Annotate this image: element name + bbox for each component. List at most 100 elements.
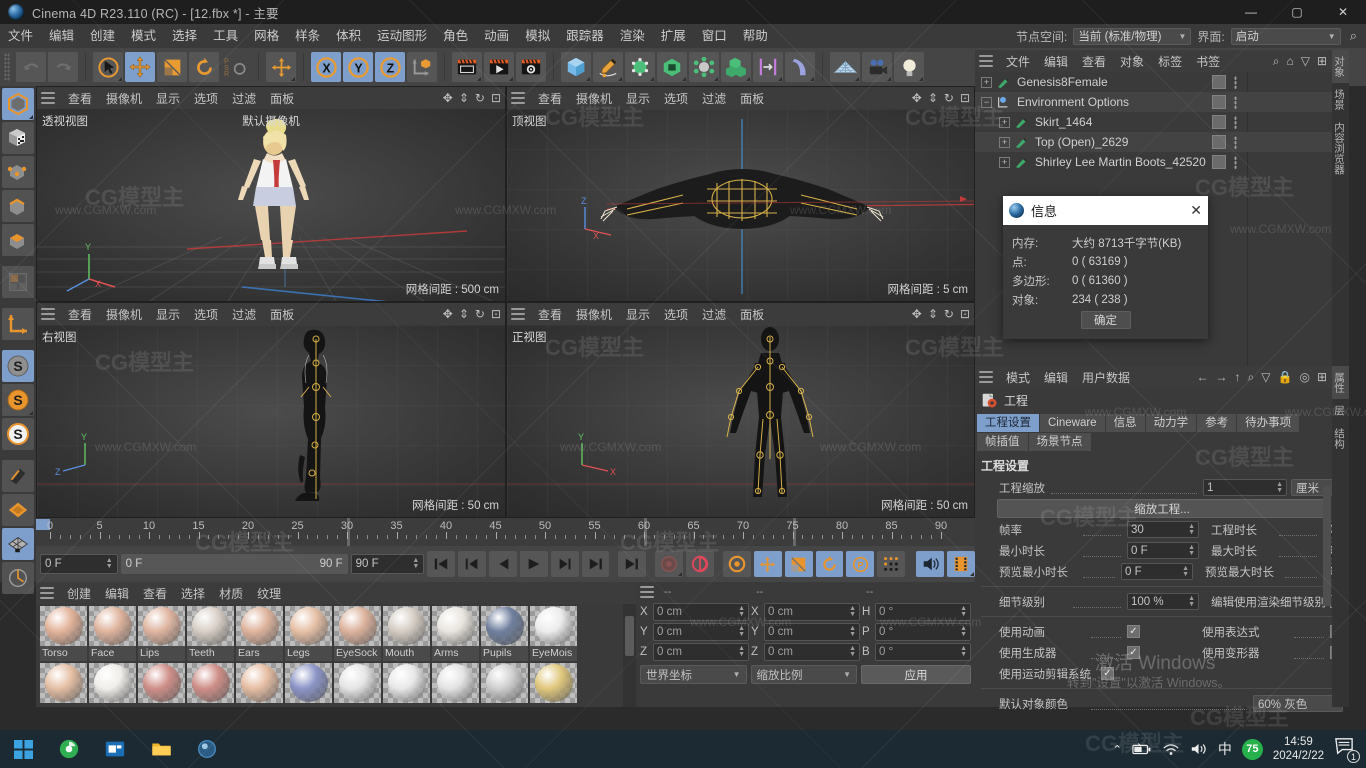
snap-modes-button[interactable]: S [2, 418, 34, 450]
y-axis-button[interactable]: Y [343, 52, 373, 82]
material-item[interactable]: EyeSock [334, 606, 381, 661]
vtab-objects[interactable]: 对象 [1332, 50, 1349, 83]
size-x-field[interactable]: 0 cm ▲ ▼ [764, 603, 860, 621]
material-item[interactable]: Face [89, 606, 136, 661]
z-axis-button[interactable]: Z [375, 52, 405, 82]
expand-toggle-icon[interactable]: + [999, 136, 1010, 148]
psr-button[interactable]: P S R [221, 52, 251, 82]
pan-icon[interactable]: ✥ [912, 91, 922, 105]
vp-menu-camera[interactable]: 摄像机 [99, 306, 149, 323]
timeline-filmstrip-button[interactable] [947, 551, 975, 577]
key-position-button[interactable] [753, 551, 782, 577]
attribute-tab-bar[interactable]: 工程设置 Cineware 信息 动力学 参考 待办事项 帧插值 场景节点 [975, 412, 1349, 451]
vp-menu-options[interactable]: 选项 [657, 90, 695, 107]
mm-menu-select[interactable]: 选择 [174, 585, 212, 602]
fps-field[interactable]: 30 ▲ ▼ [1127, 521, 1199, 538]
live-selection-button[interactable] [93, 52, 123, 82]
rotate-tool-button[interactable] [189, 52, 219, 82]
material-item[interactable] [432, 663, 479, 703]
goto-prev-keyframe-button[interactable] [458, 551, 487, 577]
point-mode-button[interactable] [2, 156, 34, 188]
node-space-select[interactable]: 当前 (标准/物理) ▼ [1073, 27, 1192, 45]
om-menu-view[interactable]: 查看 [1075, 53, 1113, 70]
coordinate-system-select[interactable]: 世界坐标 ▼ [640, 665, 747, 684]
attribute-tab[interactable]: 帧插值 [977, 433, 1028, 451]
material-item[interactable]: Lips [138, 606, 185, 661]
vp-menu-view[interactable]: 查看 [61, 90, 99, 107]
visibility-dots-icon[interactable] [1234, 96, 1237, 109]
mograph-cloner-button[interactable] [689, 52, 719, 82]
size-y-field[interactable]: 0 cm ▲ ▼ [764, 623, 860, 641]
vp-menu-camera[interactable]: 摄像机 [569, 306, 619, 323]
attribute-tab[interactable]: 动力学 [1145, 414, 1197, 432]
maximize-viewport-icon[interactable]: ⊡ [491, 307, 501, 321]
deformer-button[interactable] [753, 52, 783, 82]
scale-mode-select[interactable]: 缩放比例 ▼ [750, 665, 857, 684]
size-z-field[interactable]: 0 cm ▲ ▼ [764, 643, 860, 661]
material-item[interactable]: EyeMois [530, 606, 577, 661]
menu-file[interactable]: 文件 [0, 24, 41, 48]
vp-menu-filter[interactable]: 过滤 [225, 306, 263, 323]
edge-mode-button[interactable] [2, 190, 34, 222]
material-item[interactable] [40, 663, 87, 703]
current-frame-field[interactable]: 0 F ▲ ▼ [40, 554, 118, 574]
move-tool-button[interactable] [125, 52, 155, 82]
goto-start-button[interactable] [427, 551, 456, 577]
vp-menu-options[interactable]: 选项 [187, 306, 225, 323]
menu-select[interactable]: 选择 [164, 24, 205, 48]
grid-snap-button[interactable] [2, 528, 34, 560]
vp-menu-filter[interactable]: 过滤 [225, 90, 263, 107]
autokey-button[interactable] [686, 551, 715, 577]
object-tag-slot[interactable] [1212, 95, 1226, 109]
material-item[interactable] [383, 663, 430, 703]
viewport-top[interactable]: 查看 摄像机 显示 选项 过滤 面板 ✥ ⇕ ↻ ⊡ 顶视图 网格间距 : 5 … [506, 86, 975, 302]
object-tag-slot[interactable] [1212, 135, 1226, 149]
orbit-icon[interactable]: ↻ [944, 307, 954, 321]
show-hidden-icons-icon[interactable]: ⌃ [1113, 743, 1122, 756]
vtab-layers[interactable]: 层 [1332, 399, 1349, 422]
material-item[interactable]: Teeth [187, 606, 234, 661]
hamburger-icon[interactable] [41, 92, 55, 104]
maximize-viewport-icon[interactable]: ⊡ [960, 91, 970, 105]
visibility-dots-icon[interactable] [1234, 156, 1237, 169]
om-menu-edit[interactable]: 编辑 [1037, 53, 1075, 70]
enable-snap-button[interactable]: S [2, 350, 34, 382]
taskbar-cinema4d-icon[interactable] [184, 730, 230, 768]
material-item[interactable] [481, 663, 528, 703]
om-menu-tags[interactable]: 标签 [1151, 53, 1189, 70]
key-scale-button[interactable] [784, 551, 813, 577]
attribute-tab[interactable]: 信息 [1105, 414, 1145, 432]
menu-mesh[interactable]: 网格 [246, 24, 287, 48]
maximize-button[interactable]: ▢ [1274, 0, 1320, 24]
material-item[interactable]: Pupils [481, 606, 528, 661]
visibility-dots-icon[interactable] [1234, 116, 1237, 129]
hamburger-icon[interactable] [511, 308, 525, 320]
visibility-dots-icon[interactable] [1234, 76, 1237, 89]
info-dialog-ok-button[interactable]: 确定 [1080, 311, 1131, 329]
use-animation-checkbox[interactable]: ✓ [1127, 625, 1140, 638]
menu-tracker[interactable]: 跟踪器 [558, 24, 612, 48]
viewport-front[interactable]: 查看 摄像机 显示 选项 过滤 面板 ✥ ⇕ ↻ ⊡ 正视图 网格间距 : 50… [506, 302, 975, 518]
search-icon[interactable]: ⌕ [1347, 28, 1360, 44]
vp-menu-options[interactable]: 选项 [657, 306, 695, 323]
dolly-icon[interactable]: ⇕ [928, 91, 938, 105]
am-menu-userdata[interactable]: 用户数据 [1075, 369, 1137, 386]
battery-percent-badge[interactable]: 75 [1241, 738, 1263, 760]
menu-character[interactable]: 角色 [435, 24, 476, 48]
vp-menu-display[interactable]: 显示 [149, 306, 187, 323]
uv-mode-button[interactable] [2, 266, 34, 298]
material-item[interactable]: Ears [236, 606, 283, 661]
camera-object-button[interactable] [862, 52, 892, 82]
attribute-scrollbar[interactable] [1323, 486, 1331, 606]
forward-icon[interactable]: → [1216, 370, 1228, 384]
toolbar-grip[interactable] [4, 53, 10, 81]
search-icon[interactable]: ⌕ [1273, 54, 1280, 69]
dolly-icon[interactable]: ⇕ [459, 307, 469, 321]
taskbar-clock[interactable]: 14:59 2024/2/22 [1273, 735, 1324, 763]
menu-animate[interactable]: 动画 [476, 24, 517, 48]
material-item[interactable]: Mouth [383, 606, 430, 661]
render-settings-button[interactable] [516, 52, 546, 82]
key-rotation-button[interactable] [815, 551, 844, 577]
hamburger-icon[interactable] [979, 371, 993, 383]
rot-h-field[interactable]: 0 ° ▲ ▼ [875, 603, 971, 621]
